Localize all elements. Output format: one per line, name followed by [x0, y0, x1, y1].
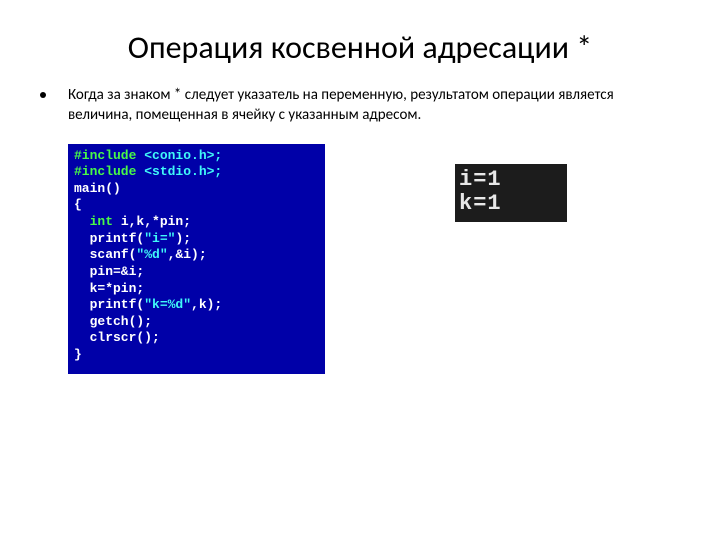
code-token: ,k); [191, 297, 222, 312]
bullet-row: Когда за знаком * следует указатель на п… [40, 85, 680, 126]
code-token: pin=&i; [74, 264, 144, 279]
code-token: getch(); [74, 314, 152, 329]
bullet-icon [40, 92, 46, 98]
output-line: i=1 [459, 167, 502, 192]
code-token: int [74, 214, 121, 229]
code-token: #include [74, 148, 144, 163]
output-box: i=1 k=1 [455, 164, 567, 222]
code-token: { [74, 197, 82, 212]
code-token: k=*pin; [74, 281, 144, 296]
code-token: "k=%d" [144, 297, 191, 312]
code-token: i,k,*pin; [121, 214, 191, 229]
code-box: #include <conio.h>; #include <stdio.h>; … [68, 144, 325, 374]
code-token: <stdio.h>; [144, 164, 222, 179]
code-token: <conio.h>; [144, 148, 222, 163]
slide-title: Операция косвенной адресации * [40, 28, 680, 67]
bullet-text: Когда за знаком * следует указатель на п… [68, 85, 680, 126]
code-token: ,&i); [168, 247, 207, 262]
content-row: #include <conio.h>; #include <stdio.h>; … [68, 144, 680, 374]
slide: Операция косвенной адресации * Когда за … [0, 0, 720, 540]
code-token: printf( [74, 297, 144, 312]
code-token: } [74, 347, 82, 362]
code-token: ); [175, 231, 191, 246]
code-token: clrscr(); [74, 330, 160, 345]
code-token: #include [74, 164, 144, 179]
output-line: k=1 [459, 191, 502, 216]
code-token: main() [74, 181, 121, 196]
code-token: "i=" [144, 231, 175, 246]
code-token: "%d" [136, 247, 167, 262]
code-token: scanf( [74, 247, 136, 262]
code-token: printf( [74, 231, 144, 246]
